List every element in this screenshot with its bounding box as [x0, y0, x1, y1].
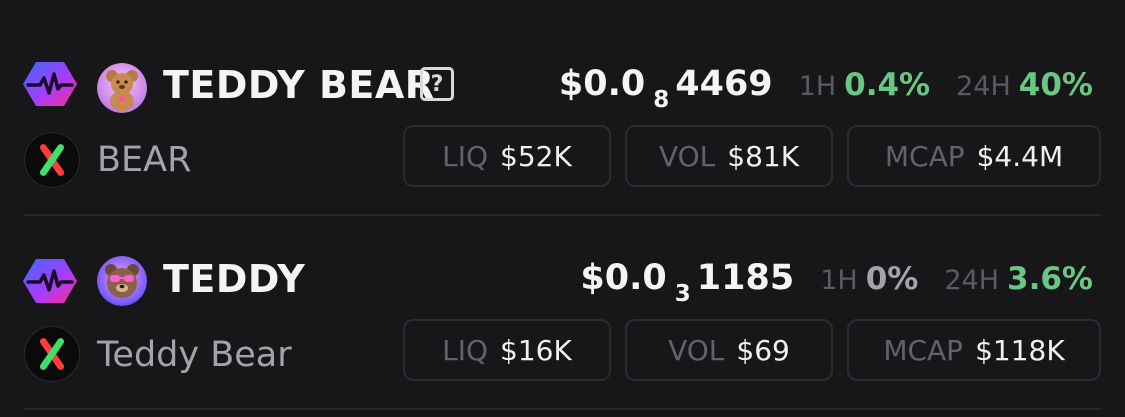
stat-value: $52K [500, 139, 572, 173]
change-24h-label: 24H [944, 265, 1000, 296]
volume-stat[interactable]: VOL $81K [625, 125, 833, 187]
change-24h-value: 40% [1018, 67, 1093, 103]
volume-stat[interactable]: VOL $69 [625, 319, 833, 381]
change-24h-value: 3.6% [1007, 261, 1093, 297]
stat-label: VOL [668, 333, 725, 367]
price-block: $0.0 8 4469 1H 0.4% 24H 40% [558, 64, 1093, 113]
price-block: $0.0 3 1185 1H 0% 24H 3.6% [580, 258, 1093, 307]
market-cap-stat[interactable]: MCAP $4.4M [847, 125, 1101, 187]
token-symbol: Teddy Bear [97, 335, 292, 375]
change-1h-value: 0% [865, 261, 919, 297]
liquidity-stat[interactable]: LIQ $52K [403, 125, 611, 187]
token-name[interactable]: TEDDY [163, 260, 305, 298]
liquidity-stat[interactable]: LIQ $16K [403, 319, 611, 381]
price-zero-count: 8 [653, 87, 670, 113]
change-1h-label: 1H [798, 71, 837, 102]
stat-label: LIQ [442, 333, 489, 367]
token-name[interactable]: TEDDY BEAR [163, 66, 435, 104]
price-digits: 4469 [675, 64, 773, 104]
stat-value: $16K [500, 333, 572, 367]
price-prefix: $0.0 [580, 258, 667, 298]
change-1h-value: 0.4% [844, 67, 931, 103]
change-1h-label: 1H [820, 265, 858, 296]
help-icon[interactable]: ? [420, 67, 454, 101]
token-price: $0.0 8 4469 [558, 64, 773, 113]
stat-label: MCAP [883, 333, 964, 367]
price-zero-count: 3 [674, 281, 691, 307]
price-prefix: $0.0 [558, 64, 646, 104]
pulse-chain-icon [23, 62, 77, 106]
stat-value: $69 [736, 333, 790, 367]
token-row[interactable]: TEDDY BEAR ? $0.0 8 4469 1H 0.4% 24H 40%… [0, 0, 1125, 190]
row-divider [24, 408, 1101, 410]
token-row[interactable]: TEDDY $0.0 3 1185 1H 0% 24H 3.6% Teddy B… [0, 196, 1125, 386]
stat-label: VOL [658, 139, 716, 173]
pulse-chain-icon [23, 259, 77, 303]
token-symbol: BEAR [97, 140, 192, 180]
token-price: $0.0 3 1185 [580, 258, 795, 307]
teddy-avatar-icon [97, 256, 147, 306]
change-24h-label: 24H [956, 71, 1011, 102]
stat-value: $4.4M [976, 139, 1064, 173]
price-digits: 1185 [696, 258, 795, 298]
x-dex-icon [24, 326, 80, 382]
teddy-bear-avatar-icon [97, 63, 147, 113]
x-dex-icon [24, 132, 80, 188]
stat-label: MCAP [884, 139, 965, 173]
market-cap-stat[interactable]: MCAP $118K [847, 319, 1101, 381]
stat-value: $118K [975, 333, 1065, 367]
stat-label: LIQ [442, 139, 489, 173]
stat-value: $81K [727, 139, 800, 173]
